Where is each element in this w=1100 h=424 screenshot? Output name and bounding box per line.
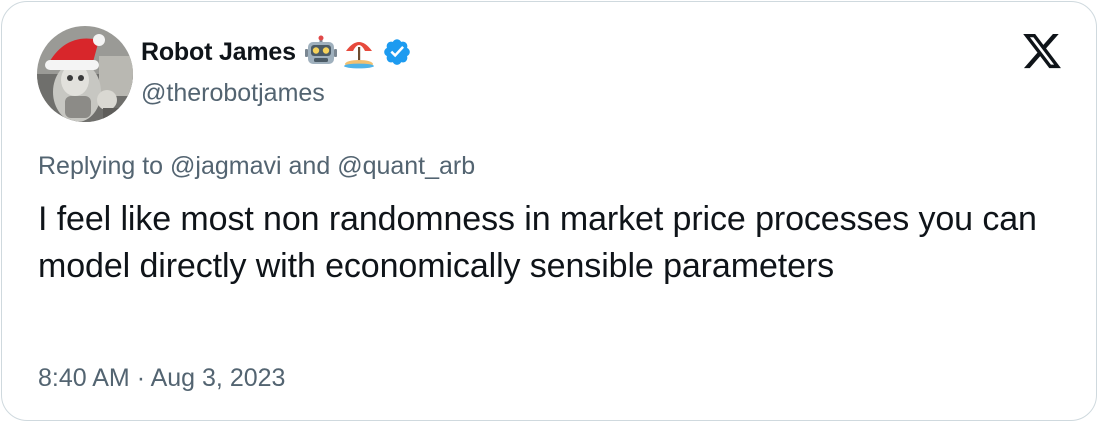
timestamp-separator: ·: [136, 364, 146, 392]
tweet-text: I feel like most non randomness in marke…: [38, 200, 1037, 285]
x-logo-icon[interactable]: [1020, 30, 1064, 72]
tweet-card[interactable]: Robot James @therobotjames Replying to @…: [1, 1, 1097, 421]
reply-prefix: Replying to: [38, 152, 164, 180]
tweet-date: Aug 3, 2023: [150, 364, 286, 392]
reply-mention-quant-arb[interactable]: @quant_arb: [337, 152, 475, 180]
tweet-time: 8:40 AM: [38, 364, 130, 392]
reply-mention-jagmavi[interactable]: @jagmavi: [170, 152, 282, 180]
tweet-timestamp[interactable]: 8:40 AM · Aug 3, 2023: [38, 364, 285, 393]
reply-conjunction: and: [288, 152, 331, 180]
author-name-row: Robot James: [141, 33, 412, 71]
reply-context: Replying to @jagmavi and @quant_arb: [38, 152, 475, 181]
verified-badge-icon[interactable]: [382, 37, 412, 67]
beach-umbrella-icon: [342, 35, 376, 69]
robot-face-icon: [304, 35, 338, 69]
author-handle[interactable]: @therobotjames: [141, 79, 325, 108]
author-display-name[interactable]: Robot James: [141, 38, 296, 67]
avatar[interactable]: [37, 26, 133, 122]
